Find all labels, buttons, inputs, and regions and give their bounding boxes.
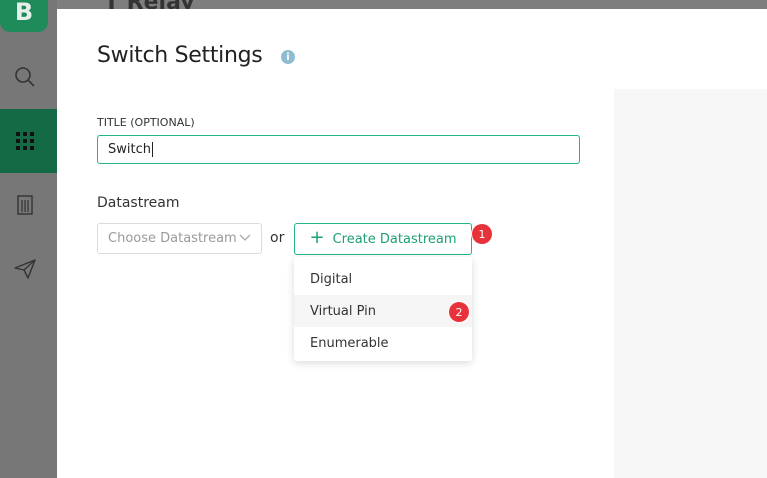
search-icon[interactable] <box>12 64 38 90</box>
create-datastream-button[interactable]: + Create Datastream <box>294 223 472 255</box>
building-icon[interactable] <box>12 192 38 218</box>
text-caret <box>151 142 153 157</box>
datastream-label: Datastream <box>97 195 180 211</box>
datastream-type-dropdown: Digital Virtual Pin Enumerable <box>294 257 472 361</box>
or-text: or <box>270 230 285 246</box>
title-input-value: Switch <box>108 142 151 157</box>
switch-settings-modal: Switch Settings i TITLE (OPTIONAL) Switc… <box>57 9 767 478</box>
step-badge-1: 1 <box>472 224 492 244</box>
menu-item-virtual-pin[interactable]: Virtual Pin <box>294 295 472 327</box>
title-field-label: TITLE (OPTIONAL) <box>97 116 195 129</box>
title-input[interactable]: Switch <box>97 135 580 164</box>
app-logo[interactable]: B <box>0 0 48 32</box>
create-datastream-label: Create Datastream <box>332 231 457 247</box>
info-icon[interactable]: i <box>281 50 295 64</box>
plus-icon: + <box>309 227 325 248</box>
modal-title: Switch Settings <box>97 43 263 68</box>
preview-panel <box>614 89 767 478</box>
chevron-down-icon <box>239 231 251 246</box>
menu-item-digital[interactable]: Digital <box>294 263 472 295</box>
menu-item-enumerable[interactable]: Enumerable <box>294 327 472 359</box>
send-icon[interactable] <box>12 256 38 282</box>
grid-icon[interactable] <box>12 128 38 154</box>
step-badge-2: 2 <box>449 302 469 322</box>
app-sidebar: B <box>0 0 57 478</box>
datastream-select-placeholder: Choose Datastream <box>108 231 237 246</box>
datastream-select[interactable]: Choose Datastream <box>97 223 262 254</box>
